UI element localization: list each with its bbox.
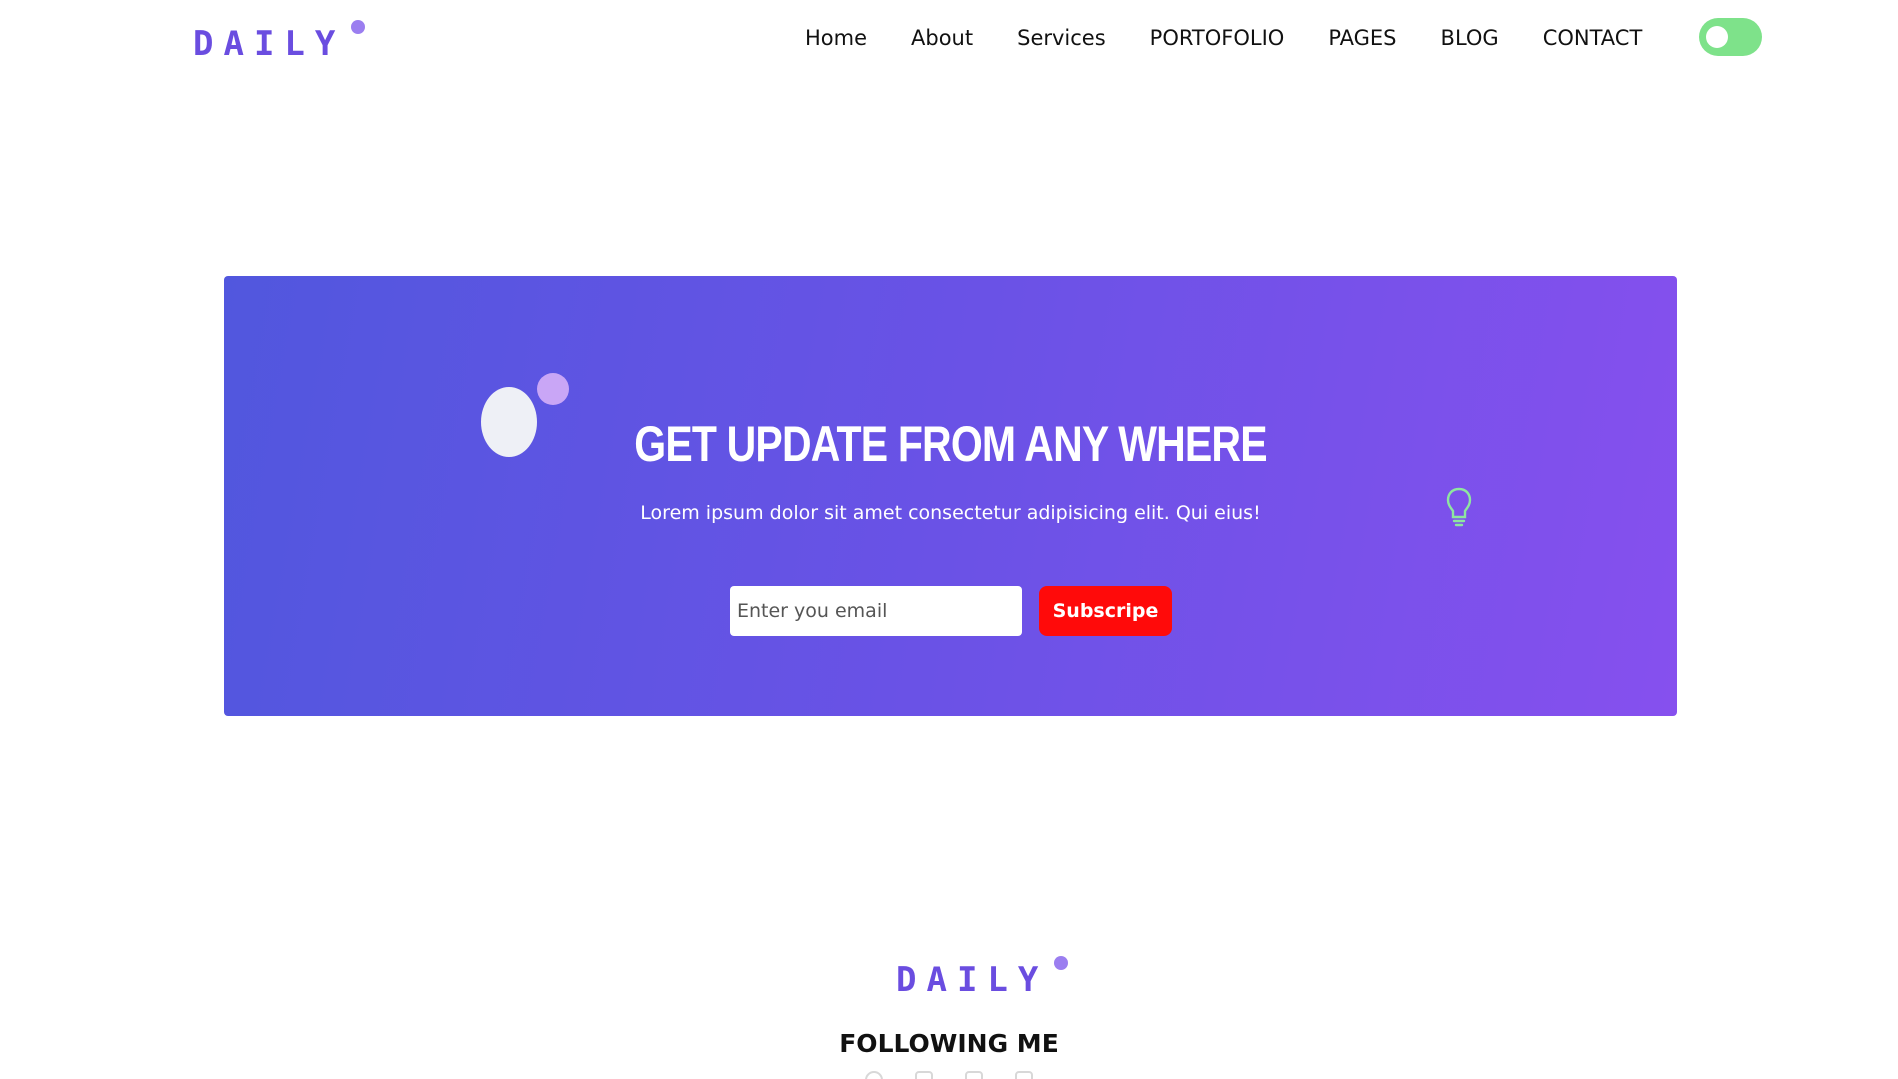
nav-blog[interactable]: BLOG: [1441, 22, 1499, 54]
banner-title: GET UPDATE FROM ANY WHERE: [634, 416, 1267, 472]
subscribe-banner: GET UPDATE FROM ANY WHERE Lorem ipsum do…: [224, 276, 1677, 716]
logo-text: DAILY: [193, 24, 346, 64]
header-logo[interactable]: DAILY: [193, 20, 366, 68]
nav-about[interactable]: About: [911, 22, 973, 54]
nav-portofolio[interactable]: PORTOFOLIO: [1150, 22, 1285, 54]
email-input[interactable]: [730, 586, 1022, 636]
nav-home[interactable]: Home: [805, 22, 867, 54]
banner-subtitle: Lorem ipsum dolor sit amet consectetur a…: [640, 502, 1261, 524]
social-icon[interactable]: [865, 1071, 883, 1079]
subscribe-button[interactable]: Subscripe: [1039, 586, 1172, 636]
social-icon[interactable]: [1015, 1071, 1033, 1079]
theme-toggle[interactable]: [1699, 18, 1762, 56]
nav-services[interactable]: Services: [1017, 22, 1106, 54]
social-icon[interactable]: [915, 1071, 933, 1079]
footer-logo[interactable]: DAILY: [896, 956, 1069, 1004]
toggle-knob: [1706, 26, 1728, 48]
nav-pages[interactable]: PAGES: [1328, 22, 1396, 54]
social-icon[interactable]: [965, 1071, 983, 1079]
decor-bubble-small: [537, 373, 569, 405]
footer-logo-text: DAILY: [896, 960, 1049, 1000]
social-links: [865, 1071, 1033, 1079]
nav-contact[interactable]: CONTACT: [1543, 22, 1643, 54]
footer-logo-dot-icon: [1054, 956, 1069, 970]
page: DAILY Home About Services PORTOFOLIO PAG…: [0, 0, 1898, 1079]
main-nav: Home About Services PORTOFOLIO PAGES BLO…: [805, 22, 1686, 54]
footer-heading: FOLLOWING ME: [839, 1029, 1059, 1058]
logo-dot-icon: [351, 20, 366, 34]
